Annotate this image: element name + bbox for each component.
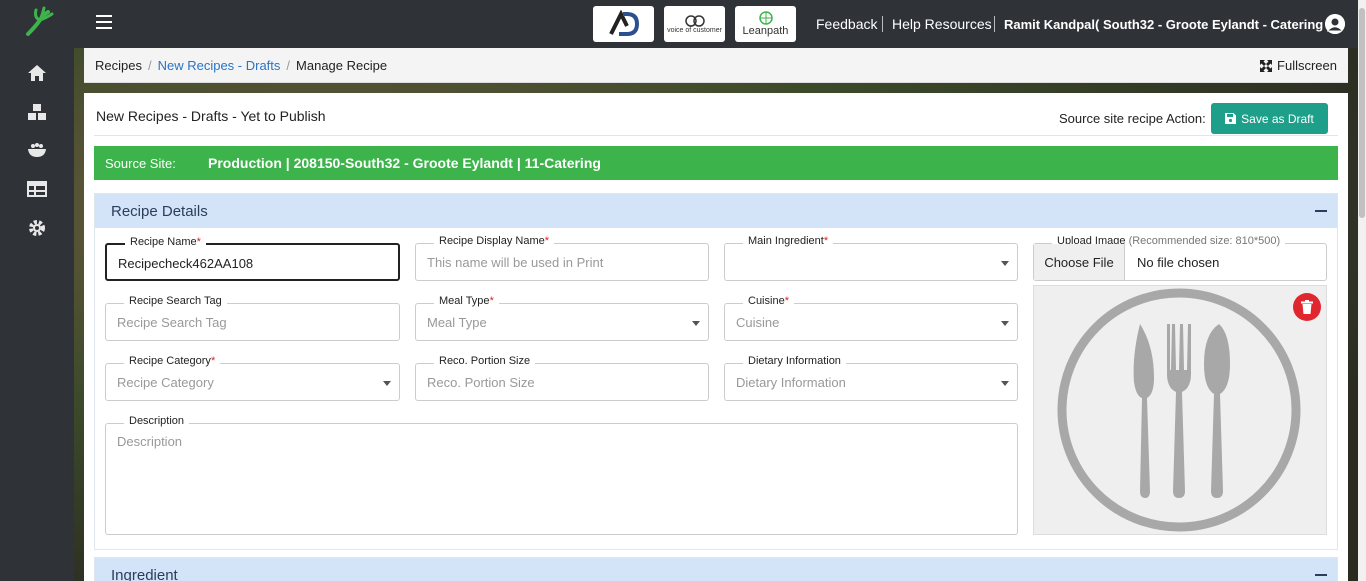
recipe-name-value: Recipecheck462AA108 (118, 256, 254, 271)
ingredient-header[interactable]: Ingredient (95, 558, 1337, 581)
source-site-value: Production | 208150-South32 - Groote Eyl… (208, 155, 601, 171)
recipe-details-section: Recipe Details Recipe Name* Recipecheck4… (94, 193, 1338, 550)
leanpath-badge[interactable]: Leanpath (735, 6, 796, 42)
delete-image-button[interactable] (1293, 293, 1321, 321)
ingredient-section: Ingredient (94, 557, 1338, 581)
breadcrumb-new-recipes-drafts[interactable]: New Recipes - Drafts (158, 58, 281, 73)
source-action-label: Source site recipe Action: (1059, 111, 1206, 126)
dietary-information-select[interactable]: Dietary Information Dietary Information (724, 355, 1018, 401)
recipe-search-tag-field[interactable]: Recipe Search Tag Recipe Search Tag (105, 295, 400, 341)
chevron-down-icon (383, 381, 391, 386)
app-logo[interactable] (22, 4, 58, 38)
inventory-boxes-icon[interactable] (26, 101, 48, 123)
sidebar (0, 0, 74, 581)
home-icon[interactable] (26, 62, 48, 84)
plate-cutlery-icon (1057, 288, 1301, 532)
collapse-minus-icon[interactable] (1315, 574, 1327, 576)
page-title: New Recipes - Drafts - Yet to Publish (96, 108, 326, 124)
portion-size-field[interactable]: Reco. Portion Size Reco. Portion Size (415, 355, 709, 401)
page-scrollbar[interactable] (1358, 0, 1366, 581)
divider (94, 135, 1338, 136)
feedback-link[interactable]: Feedback (816, 16, 877, 32)
chevron-down-icon (1001, 381, 1009, 386)
menu-hamburger-icon[interactable] (96, 15, 112, 31)
choose-file-button[interactable]: Choose File (1034, 244, 1125, 280)
recipe-bowl-icon[interactable] (26, 139, 48, 161)
chevron-down-icon (692, 321, 700, 326)
main-ingredient-select[interactable]: Main Ingredient* (724, 235, 1018, 281)
meal-type-select[interactable]: Meal Type* Meal Type (415, 295, 709, 341)
top-bar: voice of customer Leanpath Feedback Help… (74, 0, 1366, 48)
recipe-card: New Recipes - Drafts - Yet to Publish So… (84, 93, 1348, 581)
breadcrumb: Recipes / New Recipes - Drafts / Manage Reci… (84, 48, 1348, 83)
recipe-category-select[interactable]: Recipe Category* Recipe Category (105, 355, 400, 401)
settings-gear-icon[interactable] (26, 217, 48, 239)
source-site-bar: Source Site: Production | 208150-South32… (94, 146, 1338, 180)
divider (882, 16, 883, 32)
floppy-disk-icon (1225, 113, 1237, 124)
chevron-down-icon (1001, 261, 1009, 266)
ad-logo-badge[interactable] (593, 6, 654, 42)
user-name[interactable]: Ramit Kandpal( South32 - Groote Eylandt … (1004, 17, 1331, 32)
collapse-minus-icon[interactable] (1315, 210, 1327, 212)
chevron-down-icon (1001, 321, 1009, 326)
upload-image-field[interactable]: Upload Image (Recommended size: 810*500)… (1033, 235, 1327, 281)
expand-icon (1260, 59, 1273, 72)
source-site-label: Source Site: (105, 156, 176, 171)
recipe-name-field[interactable]: Recipe Name* Recipecheck462AA108 (105, 236, 400, 281)
voice-of-customer-badge[interactable]: voice of customer (664, 6, 725, 42)
save-as-draft-button[interactable]: Save as Draft (1211, 103, 1328, 134)
fullscreen-button[interactable]: Fullscreen (1260, 58, 1337, 73)
breadcrumb-recipes[interactable]: Recipes (95, 58, 142, 73)
divider (994, 16, 995, 32)
table-grid-icon[interactable] (26, 178, 48, 200)
cuisine-select[interactable]: Cuisine* Cuisine (724, 295, 1018, 341)
breadcrumb-manage-recipe: Manage Recipe (296, 58, 388, 73)
help-resources-link[interactable]: Help Resources (892, 16, 992, 32)
description-textarea[interactable]: Description Description (105, 415, 1018, 535)
recipe-image-preview (1033, 285, 1327, 535)
recipe-display-name-field[interactable]: Recipe Display Name* This name will be u… (415, 235, 709, 281)
file-status: No file chosen (1137, 255, 1220, 270)
user-avatar-icon[interactable] (1325, 14, 1345, 34)
recipe-details-header[interactable]: Recipe Details (95, 194, 1337, 228)
trash-icon (1301, 300, 1313, 314)
